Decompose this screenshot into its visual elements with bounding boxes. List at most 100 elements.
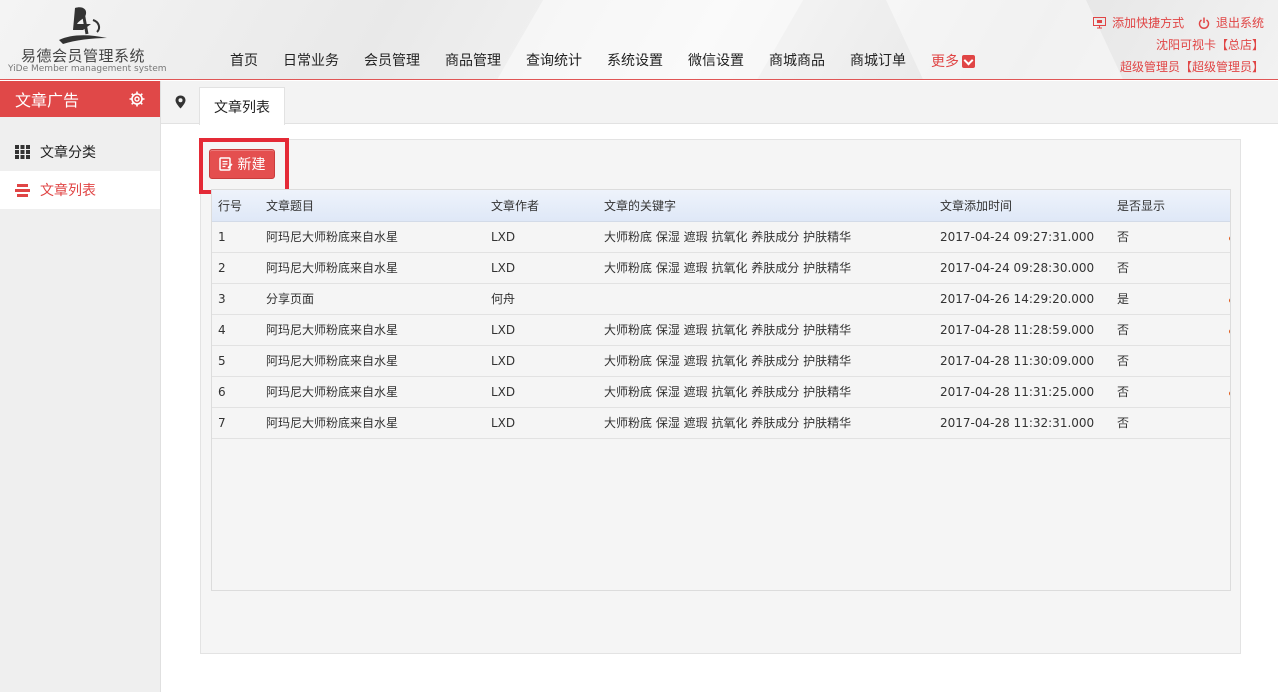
nav-item-mall-products[interactable]: 商城商品 (769, 50, 825, 72)
cell-title: 分享页面 (260, 283, 485, 315)
cell-title: 阿玛尼大师粉底来自水星 (260, 314, 485, 346)
cell-row-number: 6 (212, 376, 260, 408)
cell-keywords: 大师粉底 保湿 遮瑕 抗氧化 养肤成分 护肤精华 (598, 376, 934, 408)
sidebar-item-label: 文章分类 (40, 145, 96, 161)
user-role-label: 超级管理员【超级管理员】 (1119, 60, 1264, 74)
cell-visible: 是 (1111, 283, 1223, 315)
article-table: 行号 文章题目 文章作者 文章的关键字 文章添加时间 是否显示 1 阿玛尼大师粉… (211, 189, 1231, 591)
store-label: 沈阳可视卡【总店】 (1155, 38, 1264, 52)
cell-keywords (598, 283, 934, 315)
column-header-visible[interactable]: 是否显示 (1111, 190, 1223, 222)
nav-item-mall-orders[interactable]: 商城订单 (850, 50, 906, 72)
table-row[interactable]: 4 阿玛尼大师粉底来自水星 LXD 大师粉底 保湿 遮瑕 抗氧化 养肤成分 护肤… (212, 314, 1230, 346)
cell-row-number: 7 (212, 407, 260, 439)
tab-bar: 文章列表 (161, 81, 1278, 125)
cell-clipped (1223, 345, 1230, 377)
list-icon (15, 183, 30, 197)
cell-keywords: 大师粉底 保湿 遮瑕 抗氧化 养肤成分 护肤精华 (598, 221, 934, 253)
sidebar-menu: 文章分类 文章列表 (0, 133, 160, 209)
new-button[interactable]: 新建 (209, 149, 275, 179)
sidebar: 文章广告 文章分类 文章列表 (0, 81, 161, 692)
cell-added-time: 2017-04-28 11:31:25.000 (934, 376, 1111, 408)
cell-visible: 否 (1111, 376, 1223, 408)
nav-item-more[interactable]: 更多 (931, 50, 975, 72)
new-button-label: 新建 (237, 157, 266, 173)
cell-clipped (1223, 221, 1230, 253)
power-icon (1198, 17, 1210, 29)
cell-title: 阿玛尼大师粉底来自水星 (260, 345, 485, 377)
table-row[interactable]: 1 阿玛尼大师粉底来自水星 LXD 大师粉底 保湿 遮瑕 抗氧化 养肤成分 护肤… (212, 221, 1230, 253)
nav-item-daily-business[interactable]: 日常业务 (283, 50, 339, 72)
main-nav: 首页 日常业务 会员管理 商品管理 查询统计 系统设置 微信设置 商城商品 商城… (218, 50, 1000, 72)
cell-clipped (1223, 314, 1230, 346)
nav-item-system-settings[interactable]: 系统设置 (607, 50, 663, 72)
cell-added-time: 2017-04-28 11:32:31.000 (934, 407, 1111, 439)
cell-added-time: 2017-04-26 14:29:20.000 (934, 283, 1111, 315)
cell-keywords: 大师粉底 保湿 遮瑕 抗氧化 养肤成分 护肤精华 (598, 314, 934, 346)
chevron-down-icon (962, 54, 975, 68)
sidebar-item-article-category[interactable]: 文章分类 (0, 133, 160, 171)
column-header-author[interactable]: 文章作者 (485, 190, 598, 222)
cell-clipped (1223, 376, 1230, 408)
content-panel: 新建 行号 文章题目 文章作者 文章的关键字 文章添加时间 是否显示 1 阿玛尼… (199, 138, 1241, 654)
tab-article-list[interactable]: 文章列表 (199, 87, 285, 125)
table-row[interactable]: 5 阿玛尼大师粉底来自水星 LXD 大师粉底 保湿 遮瑕 抗氧化 养肤成分 护肤… (212, 345, 1230, 377)
action-marker-icon[interactable] (1229, 390, 1230, 396)
table-row[interactable]: 2 阿玛尼大师粉底来自水星 LXD 大师粉底 保湿 遮瑕 抗氧化 养肤成分 护肤… (212, 252, 1230, 284)
cell-row-number: 2 (212, 252, 260, 284)
nav-more-label: 更多 (931, 54, 959, 70)
edit-document-icon (218, 157, 233, 171)
cell-title: 阿玛尼大师粉底来自水星 (260, 252, 485, 284)
cell-clipped (1223, 252, 1230, 284)
cell-row-number: 1 (212, 221, 260, 253)
column-header-row-number[interactable]: 行号 (212, 190, 260, 222)
brand-logo[interactable]: 易德会员管理系统 YiDe Member management system (8, 4, 167, 76)
cell-row-number: 3 (212, 283, 260, 315)
cell-clipped (1223, 283, 1230, 315)
cell-clipped (1223, 407, 1230, 439)
cell-added-time: 2017-04-24 09:27:31.000 (934, 221, 1111, 253)
location-pin-icon[interactable] (175, 95, 186, 109)
cell-row-number: 4 (212, 314, 260, 346)
cell-added-time: 2017-04-24 09:28:30.000 (934, 252, 1111, 284)
action-marker-icon[interactable] (1229, 297, 1230, 303)
cell-author: LXD (485, 345, 598, 377)
cell-added-time: 2017-04-28 11:28:59.000 (934, 314, 1111, 346)
nav-item-wechat-settings[interactable]: 微信设置 (688, 50, 744, 72)
cell-row-number: 5 (212, 345, 260, 377)
table-row[interactable]: 7 阿玛尼大师粉底来自水星 LXD 大师粉底 保湿 遮瑕 抗氧化 养肤成分 护肤… (212, 407, 1230, 439)
add-shortcut-link[interactable]: 添加快捷方式 (1112, 16, 1184, 30)
cell-keywords: 大师粉底 保湿 遮瑕 抗氧化 养肤成分 护肤精华 (598, 407, 934, 439)
action-marker-icon[interactable] (1229, 328, 1230, 334)
action-marker-icon[interactable] (1229, 235, 1230, 241)
cell-visible: 否 (1111, 221, 1223, 253)
cell-author: LXD (485, 221, 598, 253)
cell-keywords: 大师粉底 保湿 遮瑕 抗氧化 养肤成分 护肤精华 (598, 252, 934, 284)
column-header-clipped (1223, 190, 1230, 222)
cell-author: 何舟 (485, 283, 598, 315)
gear-icon[interactable] (129, 91, 145, 107)
table-row[interactable]: 6 阿玛尼大师粉底来自水星 LXD 大师粉底 保湿 遮瑕 抗氧化 养肤成分 护肤… (212, 376, 1230, 408)
user-info: 添加快捷方式 退出系统 沈阳可视卡【总店】 超级管理员【超级管理员】 (1083, 12, 1264, 78)
logout-link[interactable]: 退出系统 (1216, 16, 1264, 30)
cell-visible: 否 (1111, 345, 1223, 377)
cell-added-time: 2017-04-28 11:30:09.000 (934, 345, 1111, 377)
column-header-added-time[interactable]: 文章添加时间 (934, 190, 1111, 222)
table-row[interactable]: 3 分享页面 何舟 2017-04-26 14:29:20.000 是 (212, 283, 1230, 315)
new-button-highlight: 新建 (199, 138, 289, 194)
column-header-keywords[interactable]: 文章的关键字 (598, 190, 934, 222)
cell-visible: 否 (1111, 314, 1223, 346)
brand-name: 易德会员管理系统 (20, 47, 145, 65)
sidebar-header: 文章广告 (0, 81, 160, 117)
sidebar-item-article-list[interactable]: 文章列表 (0, 171, 160, 209)
monitor-icon (1093, 17, 1107, 29)
cell-visible: 否 (1111, 407, 1223, 439)
nav-item-query-statistics[interactable]: 查询统计 (526, 50, 582, 72)
cell-visible: 否 (1111, 252, 1223, 284)
nav-item-member-management[interactable]: 会员管理 (364, 50, 420, 72)
top-header: 易德会员管理系统 YiDe Member management system 首… (0, 0, 1278, 80)
nav-item-home[interactable]: 首页 (230, 50, 258, 72)
column-header-title[interactable]: 文章题目 (260, 190, 485, 222)
nav-item-product-management[interactable]: 商品管理 (445, 50, 501, 72)
cell-title: 阿玛尼大师粉底来自水星 (260, 407, 485, 439)
